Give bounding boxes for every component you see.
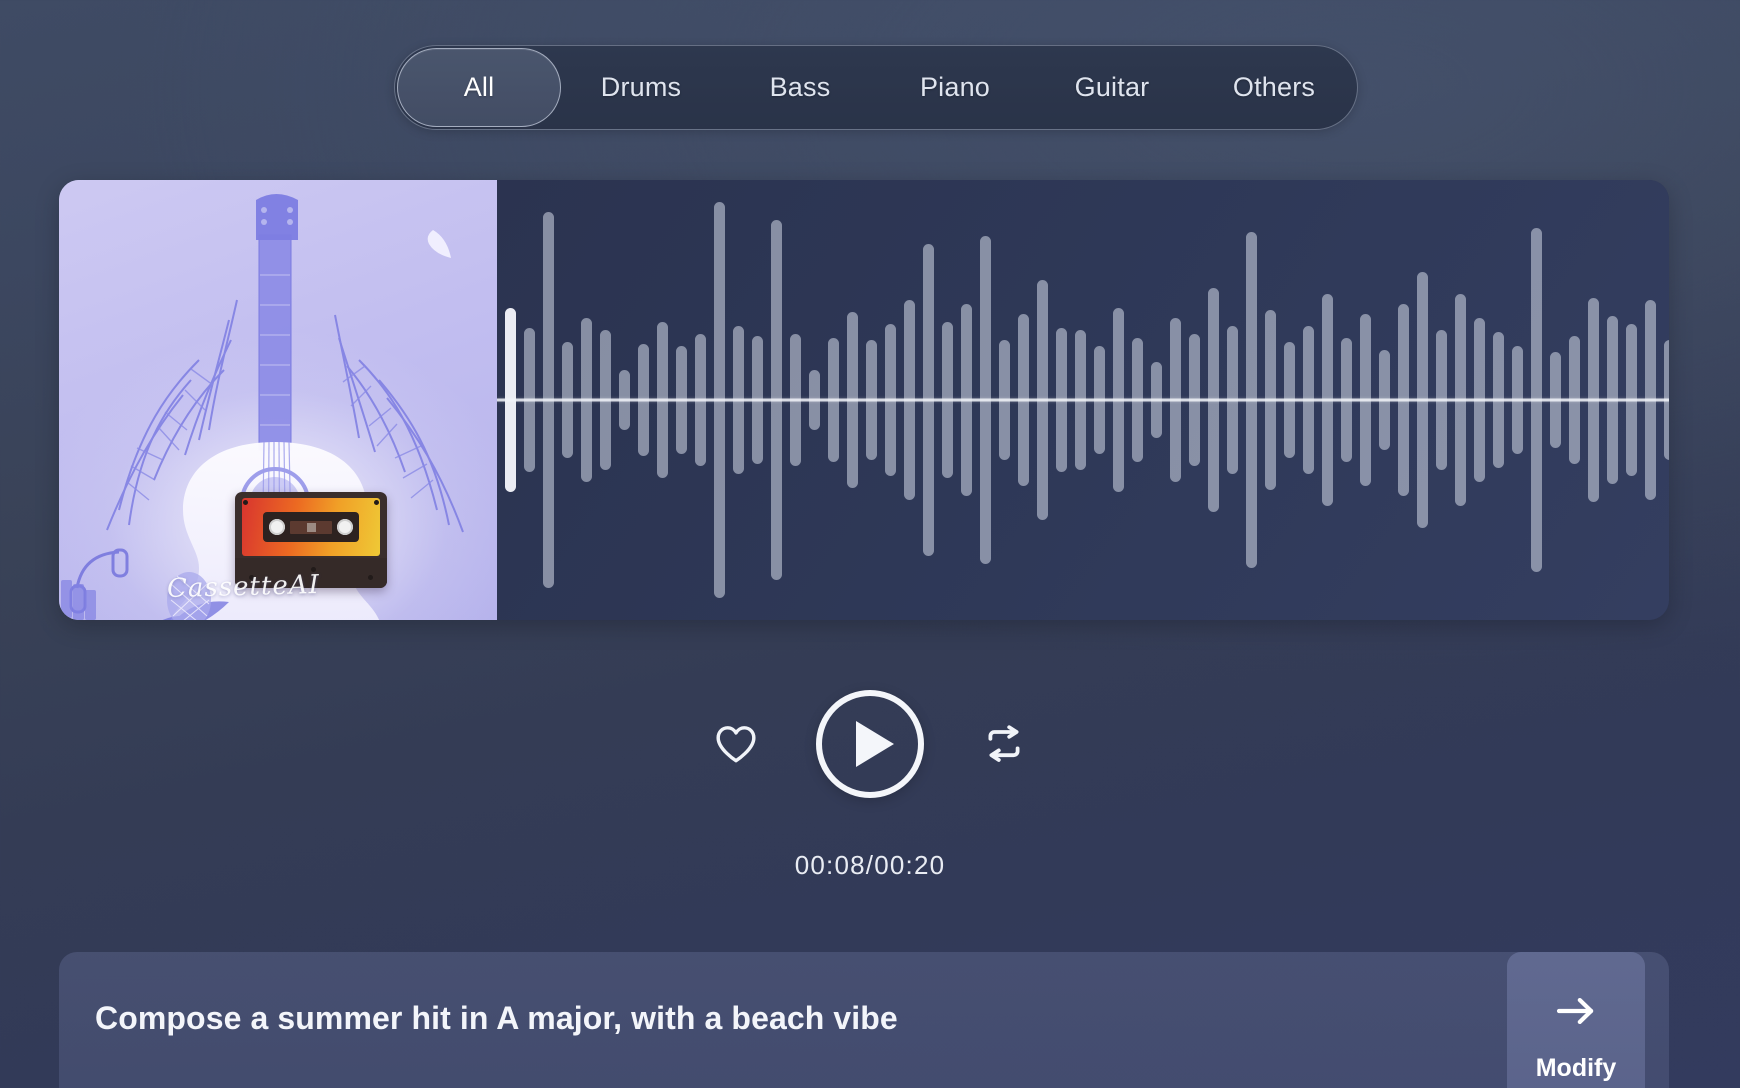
loop-button[interactable] [976,716,1032,772]
prompt-bar: Compose a summer hit in A major, with a … [59,952,1669,1088]
tab-guitar[interactable]: Guitar [1031,48,1193,127]
track-card: CassetteAI [59,180,1669,620]
cassette-reel-right [337,519,353,535]
tab-label: Bass [769,72,831,102]
tab-drums[interactable]: Drums [561,48,721,127]
cassette-tape [290,521,332,534]
tab-piano[interactable]: Piano [879,48,1031,127]
heart-icon [716,726,756,763]
waveform-center-line [497,398,1669,402]
tab-others[interactable]: Others [1193,48,1355,127]
tab-all[interactable]: All [397,48,561,127]
arrow-right-icon [1556,997,1594,1025]
tab-label: Guitar [1074,72,1150,102]
album-art[interactable]: CassetteAI [59,180,497,620]
player-controls [0,690,1740,798]
category-tabbar: All Drums Bass Piano Guitar Others [394,45,1358,130]
tab-label: Drums [600,72,682,102]
play-button[interactable] [816,690,924,798]
playback-time: 00:08/00:20 [794,850,946,880]
modify-button[interactable]: Modify [1507,952,1645,1088]
cassette-screw [374,500,379,505]
cassette-reel-left [269,519,285,535]
cassette-window [263,512,359,542]
tab-label: Piano [919,72,991,102]
album-art-watermark: CassetteAI [166,570,321,604]
tab-label: Others [1232,72,1316,102]
cassette-screw [368,575,373,580]
cassette-screw [243,500,248,505]
modify-label: Modify [1535,1054,1617,1082]
tab-label: All [463,72,495,102]
tab-bass[interactable]: Bass [721,48,879,127]
repeat-icon [988,725,1020,762]
prompt-input[interactable]: Compose a summer hit in A major, with a … [59,952,1507,1088]
play-icon [855,721,894,767]
waveform-scrubber[interactable] [497,180,1669,620]
like-button[interactable] [708,716,764,772]
